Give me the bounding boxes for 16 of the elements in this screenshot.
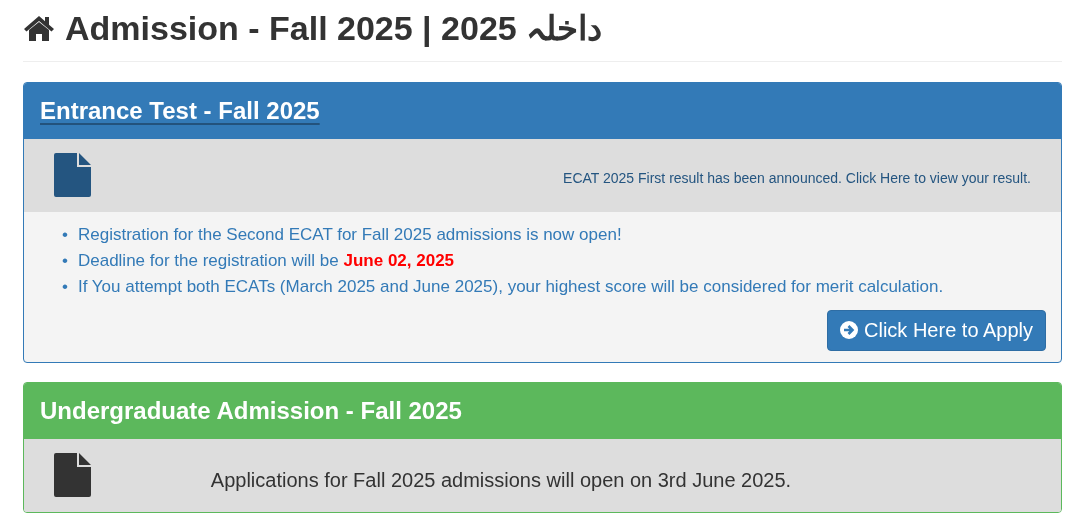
bullet-marker: • [62,223,68,246]
bullet-marker: • [62,275,68,298]
document-icon [54,452,91,497]
heading-link[interactable]: Entrance Test - Fall 2025 [40,96,320,124]
page-title: Admission - Fall 2025 | 2025 داخلہ [65,8,603,49]
arrow-circle-icon [840,321,859,340]
apply-button[interactable]: Click Here to Apply [827,309,1046,351]
document-icon [54,152,91,197]
notice-text: ECAT 2025 First result has been announced. Click Here to view your result. [563,170,1031,188]
bullet-text: If You attempt both ECATs (March 2025 and June 2025), your highest score will be considered for merit calculation. [77,275,944,298]
home-icon [23,14,55,43]
bullet-text: Registration for the Second ECAT for Fall 2025 admissions is now open! [77,223,622,246]
panel-heading: Undergraduate Admission - Fall 2025 [40,396,462,424]
notice-text: Applications for Fall 2025 admissions will open on 3rd June 2025. [210,468,792,493]
bullet-text: Deadline for the registration will be June 02, 2025 [77,249,455,272]
bullet-marker: • [62,249,68,272]
